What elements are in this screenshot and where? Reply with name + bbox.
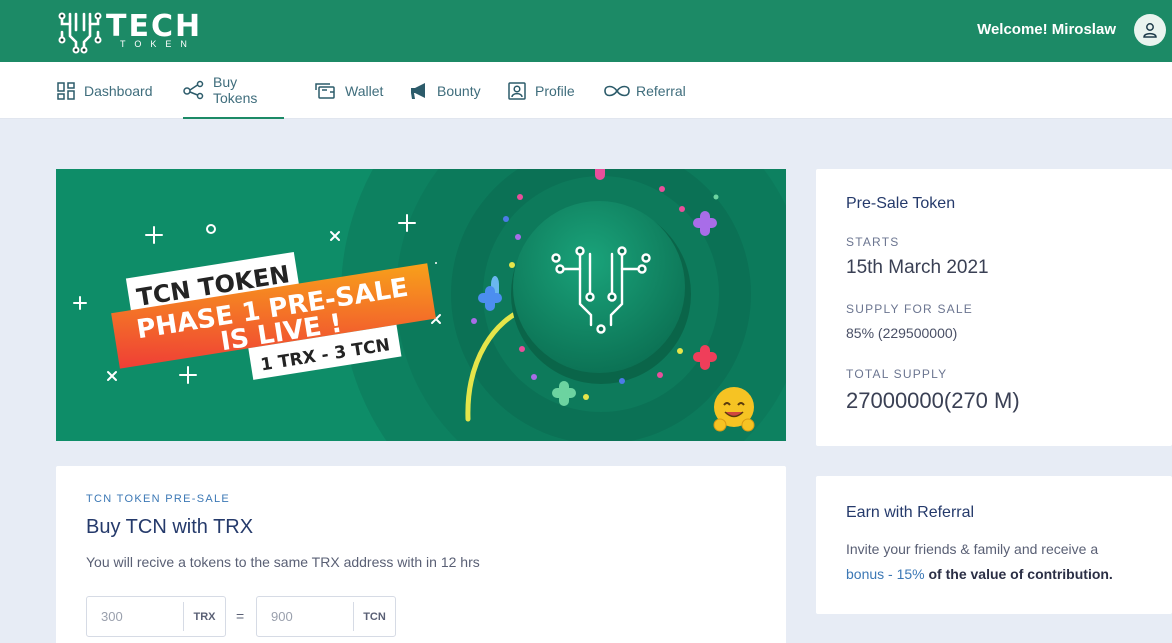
referral-text-a: Invite your friends & family and receive… xyxy=(846,541,1099,557)
buy-title: Buy TCN with TRX xyxy=(86,516,254,538)
megaphone-icon xyxy=(411,82,425,99)
user-icon xyxy=(1143,23,1157,38)
user-menu-button[interactable] xyxy=(1134,14,1166,46)
nav-referral[interactable]: Referral xyxy=(602,62,686,119)
equals-sign: = xyxy=(236,608,245,624)
nav-wallet[interactable]: Wallet xyxy=(315,62,383,119)
trx-amount-field: TRX xyxy=(86,596,226,637)
tcn-amount-input[interactable] xyxy=(257,597,353,636)
referral-text: Invite your friends & family and receive… xyxy=(846,537,1146,587)
dashboard-icon xyxy=(57,81,75,100)
trx-amount-input[interactable] xyxy=(87,597,183,636)
supply-for-sale-label: SUPPLY FOR SALE xyxy=(846,302,973,316)
banner-artwork: TCN TOKEN PHASE 1 PRE-SALE IS LIVE ! 1 T… xyxy=(56,169,786,441)
total-supply-value: 27000000(270 M) xyxy=(846,388,1020,413)
tech-token-logo[interactable]: TECH TOKEN xyxy=(56,6,226,54)
presale-token-card: Pre-Sale Token STARTS 15th March 2021 SU… xyxy=(816,169,1172,446)
referral-card: Earn with Referral Invite your friends &… xyxy=(816,476,1172,614)
buy-eyebrow: TCN TOKEN PRE-SALE xyxy=(86,493,231,505)
nav-profile-label: Profile xyxy=(535,82,575,99)
logo-subtitle: TOKEN xyxy=(120,39,196,49)
wallet-icon xyxy=(315,82,335,99)
welcome-text: Welcome! Miroslaw xyxy=(977,21,1116,38)
nav-dashboard[interactable]: Dashboard xyxy=(56,62,153,119)
nav-bounty[interactable]: Bounty xyxy=(409,62,481,119)
buy-tokens-card: TCN TOKEN PRE-SALE Buy TCN with TRX You … xyxy=(56,466,786,643)
referral-text-b: of the value of contribution. xyxy=(924,566,1113,582)
share-nodes-icon xyxy=(183,80,204,99)
nav-buy-tokens-label: Buy Tokens xyxy=(213,73,258,106)
tcn-amount-field: TCN xyxy=(256,596,396,637)
supply-for-sale-value: 85% (229500000) xyxy=(846,325,958,341)
presale-banner: TCN TOKEN PHASE 1 PRE-SALE IS LIVE ! 1 T… xyxy=(56,169,786,441)
referral-bonus-link[interactable]: bonus - 15% xyxy=(846,566,925,582)
starts-label: STARTS xyxy=(846,235,900,249)
buy-description: You will recive a tokens to the same TRX… xyxy=(86,554,480,570)
infinity-icon xyxy=(604,85,630,96)
tcn-unit-label: TCN xyxy=(353,602,395,631)
nav-bounty-label: Bounty xyxy=(437,82,481,99)
profile-card-icon xyxy=(508,81,526,100)
trx-unit-label: TRX xyxy=(183,602,225,631)
logo-circuit-icon xyxy=(58,12,102,54)
top-bar: TECH TOKEN Welcome! Miroslaw xyxy=(0,0,1172,62)
starts-value: 15th March 2021 xyxy=(846,257,989,278)
presale-title: Pre-Sale Token xyxy=(846,195,956,212)
nav-buy-tokens[interactable]: Buy Tokens xyxy=(183,62,284,119)
referral-title: Earn with Referral xyxy=(846,504,975,521)
nav-profile[interactable]: Profile xyxy=(507,62,575,119)
smiley-emoji xyxy=(713,387,755,432)
nav-referral-label: Referral xyxy=(636,82,686,99)
main-nav: Dashboard Buy Tokens Wallet Bounty Profi… xyxy=(0,62,1172,119)
nav-dashboard-label: Dashboard xyxy=(84,82,153,99)
nav-wallet-label: Wallet xyxy=(345,82,384,99)
total-supply-label: TOTAL SUPPLY xyxy=(846,367,948,381)
